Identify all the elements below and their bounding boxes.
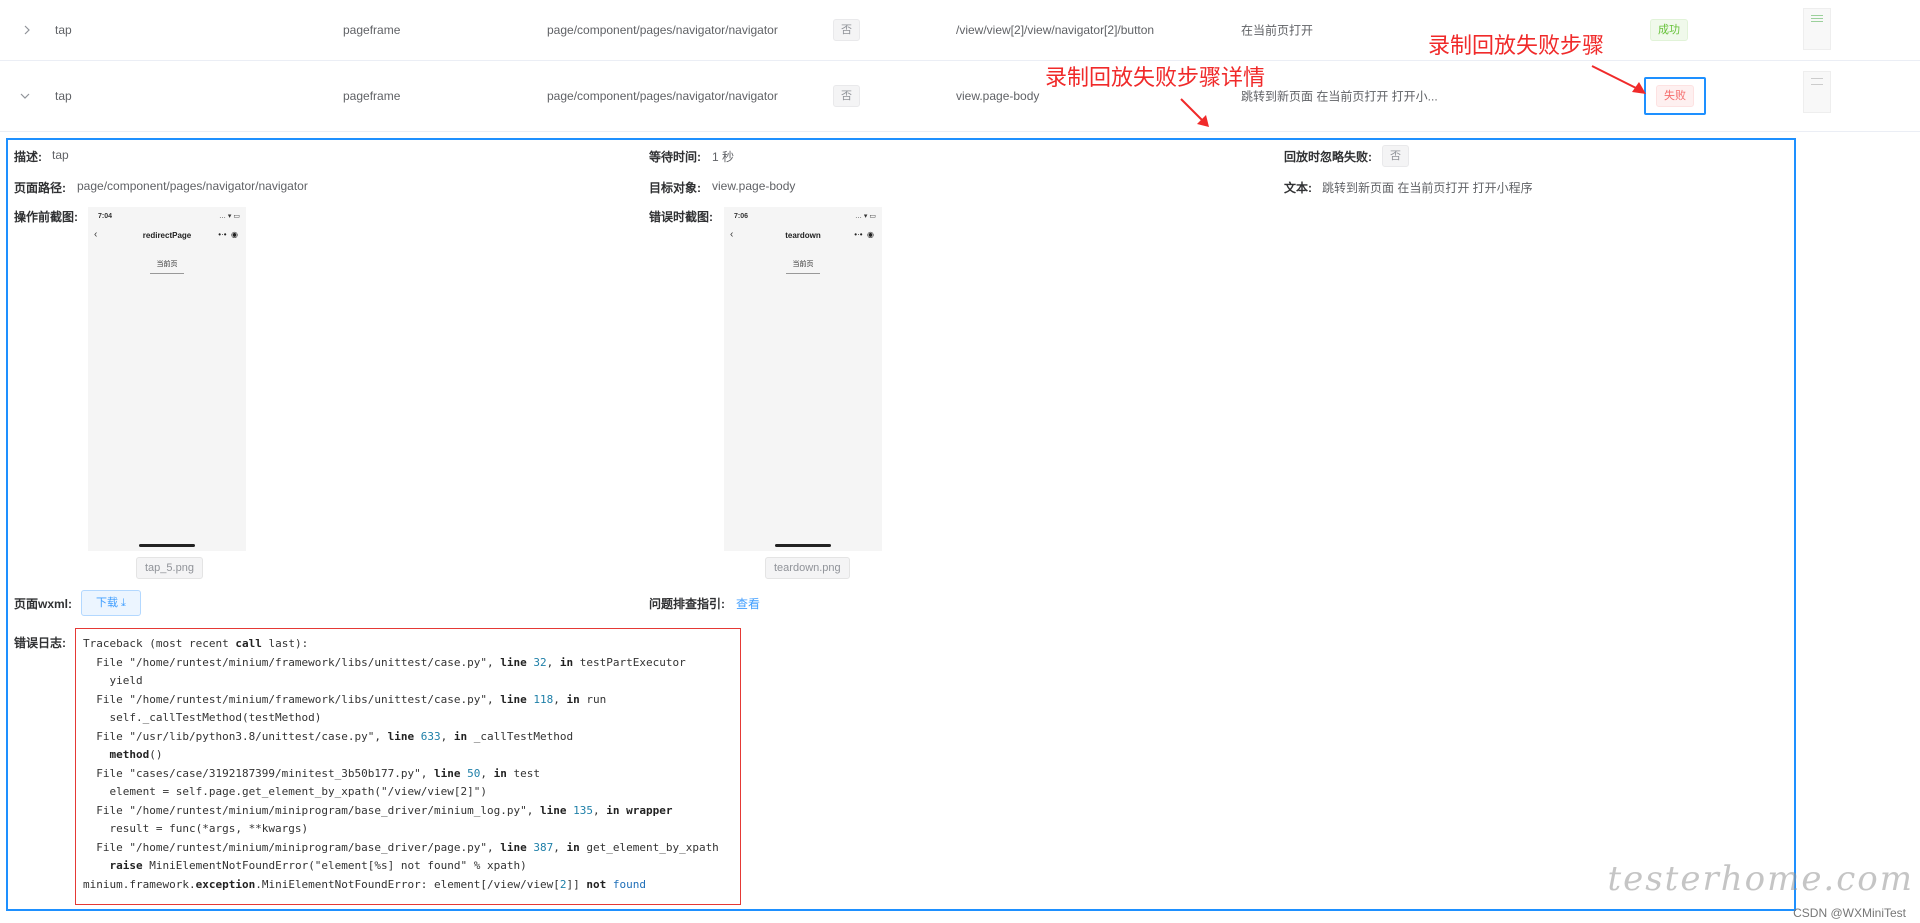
signal-icon: … ▾ ▭	[854, 213, 876, 220]
row-screenshot-thumbnail[interactable]	[1803, 8, 1831, 50]
troubleshoot-label: 问题排查指引:	[649, 597, 725, 611]
row-status: 失败	[1644, 77, 1706, 115]
annotation-arrow-step	[1591, 65, 1646, 94]
desc-value: tap	[52, 148, 69, 162]
error-screenshot[interactable]: 7:06 … ▾ ▭ ‹ teardown •·• ◉ 当前页	[724, 207, 882, 551]
status-badge: 失败	[1656, 85, 1694, 107]
text-label: 文本:	[1284, 181, 1312, 195]
home-indicator	[139, 544, 195, 547]
row-ignore: 否	[833, 19, 860, 41]
phone-underline	[786, 273, 820, 274]
chevron-right-icon[interactable]	[21, 24, 33, 36]
home-indicator	[775, 544, 831, 547]
target-value: view.page-body	[712, 179, 796, 193]
chevron-down-icon[interactable]	[19, 90, 31, 102]
annotation-failed-step: 录制回放失败步骤	[1428, 33, 1605, 58]
row-text: 在当前页打开	[1241, 23, 1314, 38]
row-type: pageframe	[343, 23, 401, 37]
row-target: /view/view[2]/view/navigator[2]/button	[956, 23, 1155, 37]
capsule-icon: •·• ◉	[218, 230, 238, 239]
page-path-value: page/component/pages/navigator/navigator	[77, 179, 308, 193]
ignore-failure-label: 回放时忽略失败:	[1284, 150, 1372, 164]
phone-button-label: 当前页	[792, 261, 814, 268]
capsule-icon: •·• ◉	[854, 230, 874, 239]
ignore-failure-tag: 否	[1382, 145, 1409, 167]
phone-time: 7:04	[98, 213, 113, 220]
row-status: 成功	[1650, 19, 1688, 41]
target-label: 目标对象:	[649, 181, 701, 195]
error-screenshot-filename[interactable]: teardown.png	[765, 557, 850, 579]
desc-label: 描述:	[14, 150, 42, 164]
row-ignore: 否	[833, 85, 860, 107]
table-row[interactable]: tap pageframe page/component/pages/navig…	[0, 0, 1920, 61]
row-type: pageframe	[343, 89, 401, 103]
row-action: tap	[55, 23, 72, 37]
error-log-label: 错误日志:	[14, 636, 66, 650]
wait-label: 等待时间:	[649, 150, 701, 164]
before-screenshot-label: 操作前截图:	[14, 210, 78, 224]
step-detail-panel: 描述: tap 等待时间: 1 秒 回放时忽略失败: 否 页面路径: page/…	[6, 138, 1796, 911]
phone-underline	[150, 273, 184, 274]
row-action: tap	[55, 89, 72, 103]
before-screenshot-filename[interactable]: tap_5.png	[136, 557, 203, 579]
row-text: 跳转到新页面 在当前页打开 打开小...	[1241, 89, 1438, 104]
before-screenshot[interactable]: 7:04 … ▾ ▭ ‹ redirectPage •·• ◉ 当前页	[88, 207, 246, 551]
watermark: testerhome.com	[1607, 859, 1914, 899]
troubleshoot-link[interactable]: 查看	[736, 595, 760, 612]
wait-value: 1 秒	[712, 150, 735, 164]
annotation-arrow-detail	[1180, 98, 1209, 127]
wxml-label: 页面wxml:	[14, 597, 73, 611]
credit-text: CSDN @WXMiniTest	[1793, 906, 1906, 920]
row-screenshot-thumbnail[interactable]	[1803, 71, 1831, 113]
text-value: 跳转到新页面 在当前页打开 打开小程序	[1322, 181, 1533, 195]
phone-button-label: 当前页	[156, 261, 178, 268]
row-target: view.page-body	[956, 89, 1040, 103]
ignore-tag: 否	[833, 85, 860, 107]
row-path: page/component/pages/navigator/navigator	[547, 89, 778, 103]
error-screenshot-label: 错误时截图:	[649, 210, 713, 224]
download-wxml-button[interactable]: 下载 ⤓	[81, 590, 141, 616]
ignore-tag: 否	[833, 19, 860, 41]
annotation-failed-detail: 录制回放失败步骤详情	[1045, 65, 1266, 90]
error-log: Traceback (most recent call last): File …	[75, 628, 741, 905]
status-badge: 成功	[1650, 19, 1688, 41]
page-path-label: 页面路径:	[14, 181, 66, 195]
row-path: page/component/pages/navigator/navigator	[547, 23, 778, 37]
signal-icon: … ▾ ▭	[218, 213, 240, 220]
phone-time: 7:06	[734, 213, 749, 220]
